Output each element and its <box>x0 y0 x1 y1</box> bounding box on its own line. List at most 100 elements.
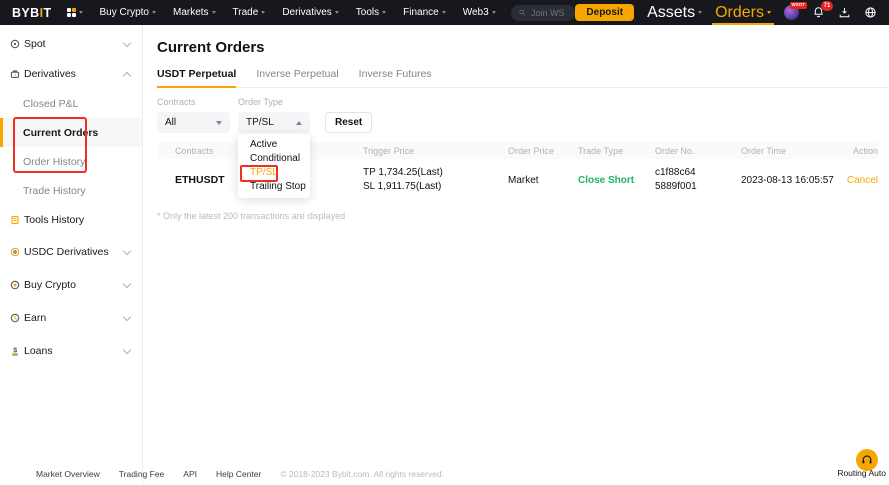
cell-order-time: 2023-08-13 16:05:57 <box>741 175 845 186</box>
deposit-button[interactable]: Deposit <box>575 4 634 21</box>
nav-item-markets[interactable]: Markets <box>173 7 216 18</box>
sidebar-item-buy-crypto[interactable]: Buy Crypto <box>0 268 142 301</box>
nav-item-assets[interactable]: Assets <box>647 4 702 22</box>
dropdown-option-tpsl[interactable]: TP/SL <box>238 166 310 180</box>
dropdown-option-conditional[interactable]: Conditional <box>238 152 310 166</box>
cancel-order-button[interactable]: Cancel <box>845 175 878 186</box>
sidebar-label: Tools History <box>24 214 84 226</box>
col-header-trade-type: Trade Type <box>578 146 655 156</box>
download-icon[interactable] <box>838 6 851 19</box>
chevron-up-icon <box>123 71 131 79</box>
logo-text-end: T <box>43 6 51 20</box>
order-type-select-value: TP/SL <box>246 117 296 128</box>
sidebar-label: Buy Crypto <box>24 279 76 291</box>
notifications-bell-icon[interactable]: 71 <box>812 6 825 19</box>
sidebar-item-closed-pnl[interactable]: Closed P&L <box>0 89 142 118</box>
tab-inverse-futures[interactable]: Inverse Futures <box>359 68 432 87</box>
order-no-line2: 5889f001 <box>655 180 741 194</box>
sidebar-label: USDC Derivatives <box>24 246 109 258</box>
chevron-down-icon <box>767 11 771 14</box>
sidebar-item-earn[interactable]: Earn <box>0 301 142 334</box>
tab-usdt-perpetual[interactable]: USDT Perpetual <box>157 68 236 87</box>
cell-trigger-price: TP 1,734.25(Last) SL 1,911.75(Last) <box>363 166 508 194</box>
language-globe-icon[interactable] <box>864 6 877 19</box>
nav-item-orders[interactable]: Orders <box>715 0 771 25</box>
search-box[interactable] <box>511 5 576 21</box>
nav-item-finance[interactable]: Finance <box>403 7 446 18</box>
sidebar-item-trade-history[interactable]: Trade History <box>0 176 142 205</box>
earn-icon <box>10 313 20 323</box>
chevron-down-icon <box>216 121 222 125</box>
notification-count-badge: 71 <box>821 1 833 11</box>
nav-item-derivatives[interactable]: Derivatives <box>282 7 338 18</box>
trigger-sl: SL 1,911.75(Last) <box>363 180 508 194</box>
sidebar-label: Earn <box>24 312 46 324</box>
avatar[interactable]: WSOT <box>784 5 799 20</box>
sidebar-label: Trade History <box>23 185 86 197</box>
support-button[interactable] <box>856 449 878 471</box>
cell-order-price: Market <box>508 175 578 186</box>
sidebar-item-derivatives[interactable]: Derivatives <box>0 59 142 89</box>
nav-label: Finance <box>403 7 439 18</box>
col-header-order-price: Order Price <box>508 146 578 156</box>
chevron-down-icon <box>123 246 131 254</box>
order-type-select[interactable]: TP/SL <box>238 112 310 133</box>
sidebar-item-tools-history[interactable]: Tools History <box>0 205 142 235</box>
nav-item-web3[interactable]: Web3 <box>463 7 496 18</box>
footer-link-trading-fee[interactable]: Trading Fee <box>119 469 165 479</box>
tab-bar: USDT Perpetual Inverse Perpetual Inverse… <box>157 68 889 88</box>
sidebar-item-loans[interactable]: Loans <box>0 334 142 367</box>
sidebar-item-usdc-derivatives[interactable]: USDC Derivatives <box>0 235 142 268</box>
order-type-dropdown: Active Conditional TP/SL Trailing Stop <box>238 134 310 198</box>
reset-button[interactable]: Reset <box>325 112 372 133</box>
chevron-down-icon <box>123 39 131 47</box>
tab-inverse-perpetual[interactable]: Inverse Perpetual <box>256 68 338 87</box>
dropdown-option-active[interactable]: Active <box>238 138 310 152</box>
apps-grid-glyph <box>67 8 76 17</box>
col-header-action: Action <box>845 146 878 156</box>
top-navbar: BYBIT Buy Crypto Markets Trade Derivativ… <box>0 0 889 25</box>
nav-label: Web3 <box>463 7 489 18</box>
col-header-trigger-price: Trigger Price <box>363 146 508 156</box>
sidebar-item-spot[interactable]: Spot <box>0 29 142 59</box>
chevron-down-icon <box>152 11 156 14</box>
nav-item-buy-crypto[interactable]: Buy Crypto <box>100 7 156 18</box>
sidebar-item-order-history[interactable]: Order History <box>0 147 142 176</box>
sidebar-label: Order History <box>23 156 85 168</box>
main-content: Current Orders USDT Perpetual Inverse Pe… <box>143 25 889 485</box>
chevron-down-icon <box>123 345 131 353</box>
chevron-down-icon <box>698 11 702 14</box>
sidebar-label: Loans <box>24 345 53 357</box>
contracts-select[interactable]: All <box>157 112 230 133</box>
footer-link-api[interactable]: API <box>183 469 197 479</box>
derivatives-icon <box>10 69 20 79</box>
chevron-down-icon <box>335 11 339 14</box>
nav-label: Markets <box>173 7 209 18</box>
order-no-line1: c1f88c64 <box>655 166 741 180</box>
nav-item-tools[interactable]: Tools <box>356 7 386 18</box>
navbar-right: Deposit Assets Orders WSOT 71 <box>575 0 877 25</box>
dropdown-option-trailing-stop[interactable]: Trailing Stop <box>238 180 310 194</box>
sidebar-label: Current Orders <box>23 127 98 139</box>
order-type-filter-label: Order Type <box>238 97 310 107</box>
bybit-app: BYBIT Buy Crypto Markets Trade Derivativ… <box>0 0 889 485</box>
chevron-down-icon <box>123 279 131 287</box>
contracts-filter-label: Contracts <box>157 97 230 107</box>
cell-trade-type: Close Short <box>578 175 655 186</box>
filter-bar: Contracts All Order Type TP/SL Active Co… <box>157 97 889 133</box>
nav-item-trade[interactable]: Trade <box>233 7 266 18</box>
trigger-tp: TP 1,734.25(Last) <box>363 166 508 180</box>
apps-grid-icon[interactable] <box>67 8 83 17</box>
chevron-down-icon <box>492 11 496 14</box>
contracts-select-value: All <box>165 117 216 128</box>
sidebar: Spot Derivatives Closed P&L Current Orde… <box>0 25 143 485</box>
footer-link-help-center[interactable]: Help Center <box>216 469 261 479</box>
buy-crypto-icon <box>10 280 20 290</box>
main-menu: Buy Crypto Markets Trade Derivatives Too… <box>100 7 496 18</box>
sidebar-item-current-orders[interactable]: Current Orders <box>0 118 142 147</box>
search-input[interactable] <box>529 7 567 19</box>
chevron-down-icon <box>212 11 216 14</box>
chevron-down-icon <box>79 11 83 14</box>
footer-link-market-overview[interactable]: Market Overview <box>36 469 100 479</box>
bybit-logo[interactable]: BYBIT <box>12 6 52 20</box>
